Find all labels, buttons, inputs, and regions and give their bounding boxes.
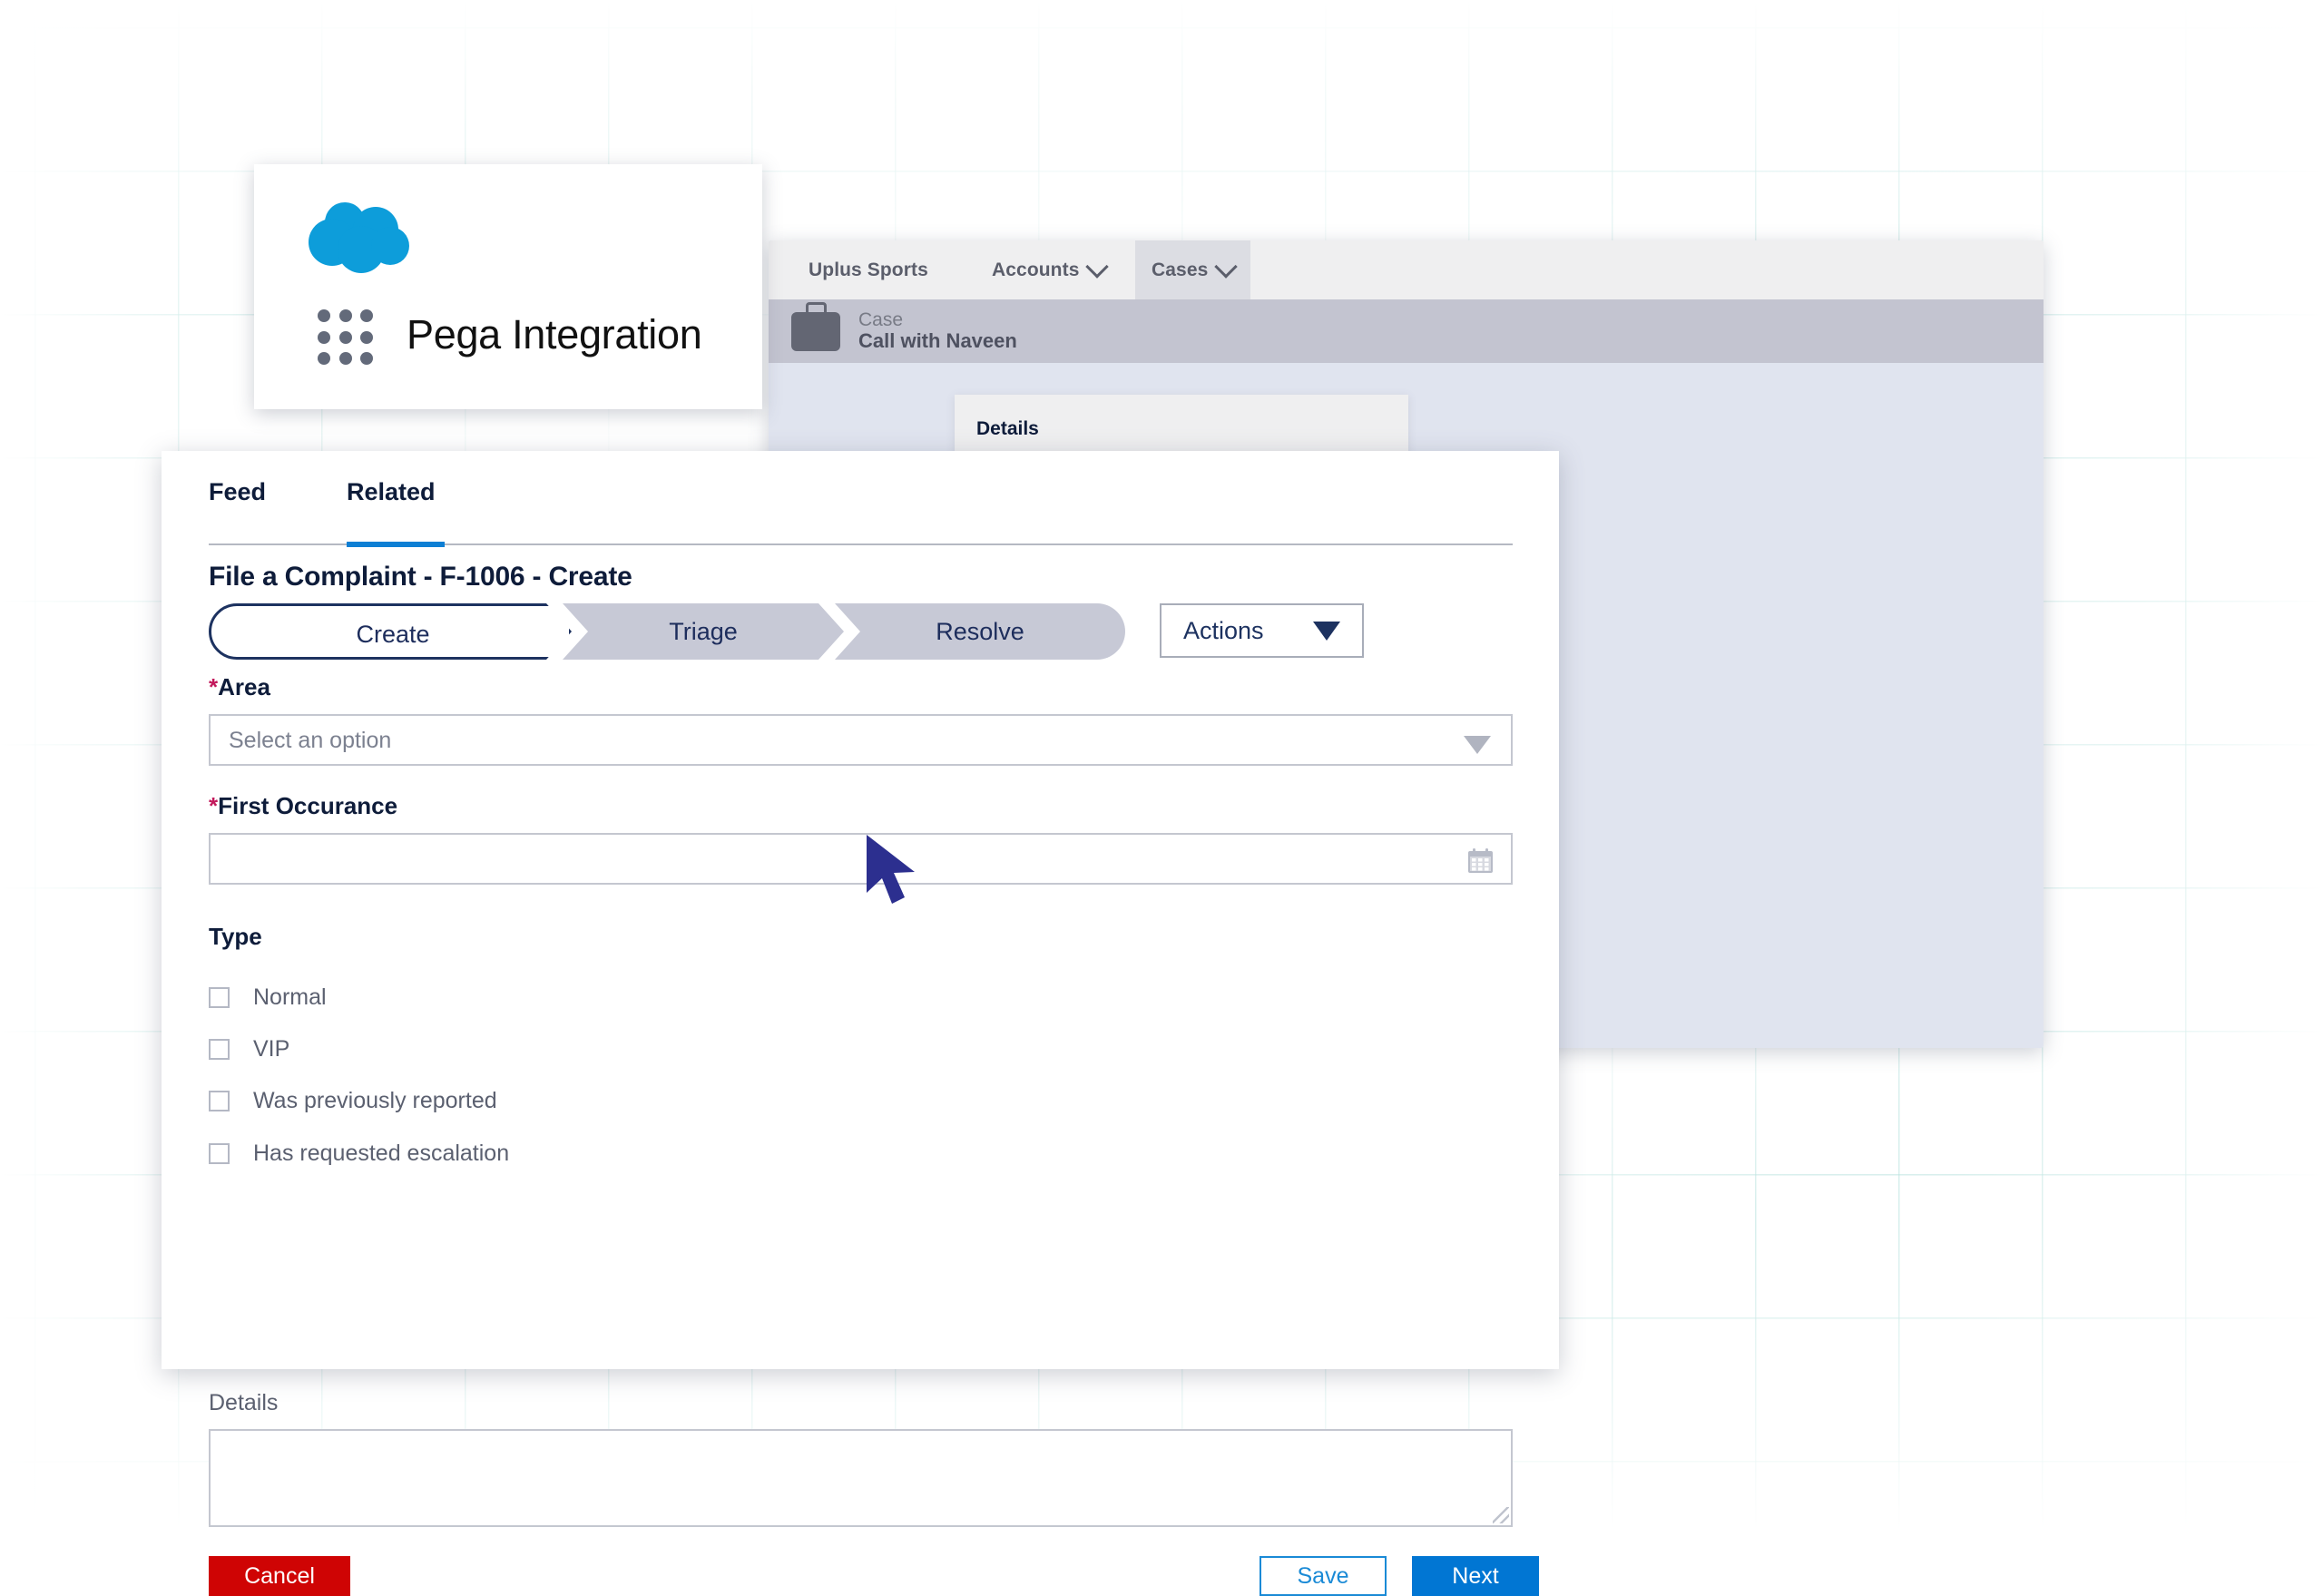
type-field-label: Type	[209, 923, 262, 951]
save-button-label: Save	[1298, 1563, 1349, 1590]
complaint-form-card: Feed Related File a Complaint - F-1006 -…	[162, 451, 1559, 1369]
checkbox-box[interactable]	[209, 987, 230, 1008]
details-field-label: Details	[209, 1390, 278, 1416]
stage-triage[interactable]: Triage	[563, 603, 844, 660]
navigation-bar: Uplus Sports Accounts Cases	[769, 240, 2044, 299]
checkbox-label: Normal	[253, 984, 327, 1011]
details-panel-heading: Details	[976, 418, 1039, 440]
checkbox-box[interactable]	[209, 1091, 230, 1111]
actions-button-label: Actions	[1183, 617, 1264, 645]
form-title: File a Complaint - F-1006 - Create	[209, 562, 632, 592]
nav-item-label: Uplus Sports	[809, 259, 928, 281]
pega-integration-card: Pega Integration	[254, 164, 762, 409]
area-label-text: Area	[218, 673, 270, 700]
stage-create[interactable]: Create	[209, 603, 572, 660]
tab-related[interactable]: Related	[347, 478, 436, 526]
pega-integration-title: Pega Integration	[407, 311, 701, 358]
nav-item-label: Cases	[1152, 259, 1208, 281]
first-occurance-field-label: *First Occurance	[209, 792, 397, 820]
next-button-label: Next	[1452, 1563, 1498, 1590]
tab-active-indicator	[347, 542, 445, 547]
area-select[interactable]: Select an option	[209, 714, 1513, 766]
case-header-text: Case Call with Naveen	[858, 309, 1017, 353]
checkbox-was-previously-reported[interactable]: Was previously reported	[209, 1088, 497, 1114]
checkbox-label: Has requested escalation	[253, 1141, 509, 1167]
required-marker: *	[209, 673, 218, 700]
checkbox-box[interactable]	[209, 1143, 230, 1164]
briefcase-icon	[791, 312, 840, 351]
required-marker: *	[209, 792, 218, 819]
tab-label: Feed	[209, 478, 266, 505]
stage-label: Resolve	[936, 618, 1024, 646]
caret-down-icon	[1464, 736, 1491, 754]
calendar-icon[interactable]	[1466, 847, 1495, 875]
checkbox-normal[interactable]: Normal	[209, 984, 327, 1011]
app-launcher-grid-icon[interactable]	[318, 309, 374, 366]
nav-item-cases[interactable]: Cases	[1135, 240, 1250, 299]
first-occurance-label-text: First Occurance	[218, 792, 397, 819]
tab-feed[interactable]: Feed	[209, 478, 266, 526]
tab-bar: Feed Related	[209, 478, 1513, 549]
case-record-title: Call with Naveen	[858, 330, 1017, 353]
checkbox-label: Was previously reported	[253, 1088, 497, 1114]
checkbox-label: VIP	[253, 1036, 289, 1062]
case-header: Case Call with Naveen	[769, 299, 2044, 363]
area-placeholder: Select an option	[229, 728, 391, 754]
tab-label: Related	[347, 478, 436, 505]
nav-item-label: Accounts	[992, 259, 1079, 281]
cancel-button[interactable]: Cancel	[209, 1556, 350, 1596]
details-textarea[interactable]	[209, 1429, 1513, 1527]
chevron-down-icon	[1215, 255, 1238, 278]
chevron-down-icon	[1086, 255, 1109, 278]
area-field-label: *Area	[209, 673, 270, 701]
save-button[interactable]: Save	[1260, 1556, 1387, 1596]
salesforce-cloud-icon	[305, 202, 423, 275]
actions-button[interactable]: Actions	[1160, 603, 1364, 658]
nav-item-uplus-sports[interactable]: Uplus Sports	[792, 240, 945, 299]
case-object-label: Case	[858, 309, 1017, 331]
checkbox-has-requested-escalation[interactable]: Has requested escalation	[209, 1141, 509, 1167]
resize-handle-icon[interactable]	[1493, 1507, 1509, 1523]
stage-label: Create	[356, 621, 429, 649]
cancel-button-label: Cancel	[244, 1563, 315, 1590]
stage-progress-bar: Resolve Triage Create	[209, 603, 1125, 660]
caret-down-icon	[1313, 622, 1340, 641]
checkbox-box[interactable]	[209, 1039, 230, 1060]
first-occurance-date-input[interactable]	[209, 833, 1513, 885]
checkbox-vip[interactable]: VIP	[209, 1036, 289, 1062]
stage-label: Triage	[669, 618, 738, 646]
stage-resolve[interactable]: Resolve	[835, 603, 1125, 660]
stage-create-inner: Create	[211, 606, 574, 662]
nav-item-accounts[interactable]: Accounts	[975, 240, 1122, 299]
next-button[interactable]: Next	[1412, 1556, 1539, 1596]
